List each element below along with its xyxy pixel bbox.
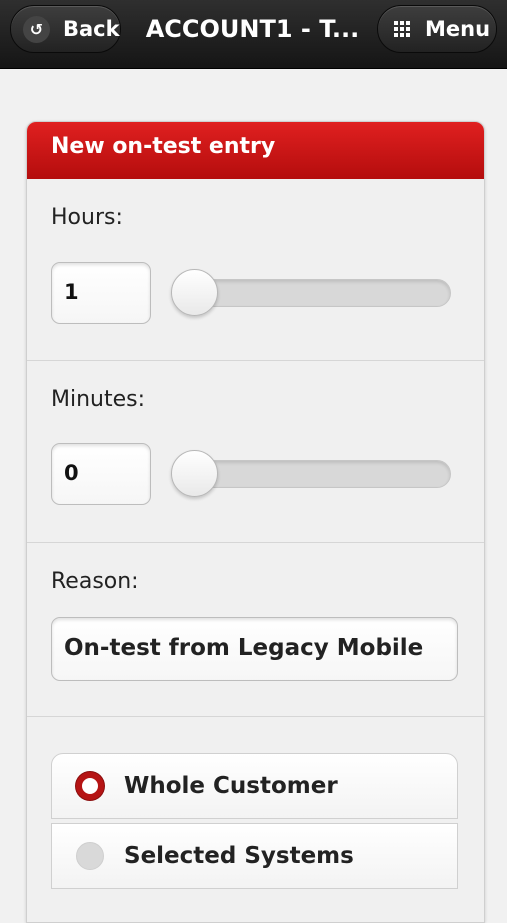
hours-slider[interactable] [171,269,451,316]
minutes-label: Minutes: [51,387,146,412]
back-label: Back [63,17,120,41]
reason-label: Reason: [51,569,139,594]
minutes-slider-thumb[interactable] [171,450,218,497]
on-test-entry-panel: New on-test entry Hours: 1 Minutes: 0 Re… [26,121,485,923]
reason-input[interactable]: On-test from Legacy Mobile [51,617,458,681]
minutes-section: Minutes: 0 [27,360,484,543]
radio-whole-customer[interactable]: Whole Customer [51,753,458,819]
minutes-slider[interactable] [171,450,451,497]
hours-section: Hours: 1 [27,179,484,360]
radio-label: Whole Customer [124,773,338,799]
reason-section: Reason: On-test from Legacy Mobile [27,542,484,717]
grid-icon [388,16,415,43]
panel-title: New on-test entry [27,122,484,179]
menu-label: Menu [425,17,491,41]
page-title: ACCOUNT1 - T... [145,15,360,43]
radio-selected-systems[interactable]: Selected Systems [51,823,458,889]
radio-unselected-icon [76,842,104,870]
hours-label: Hours: [51,205,123,230]
back-button[interactable]: ↺ Back [10,5,121,53]
hours-slider-thumb[interactable] [171,269,218,316]
minutes-input[interactable]: 0 [51,443,151,505]
radio-label: Selected Systems [124,843,354,869]
menu-button[interactable]: Menu [377,5,497,53]
scope-section: Whole Customer Selected Systems [27,716,484,922]
undo-arrow-icon: ↺ [23,15,50,43]
top-bar: ↺ Back ACCOUNT1 - T... Menu [0,0,507,69]
hours-input[interactable]: 1 [51,262,151,324]
radio-selected-icon [76,772,104,800]
